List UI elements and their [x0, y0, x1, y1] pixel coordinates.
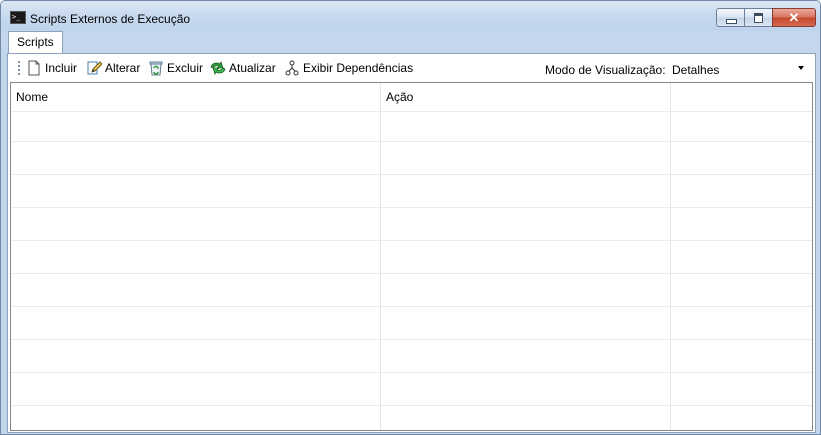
dependency-tree-icon: [285, 60, 299, 76]
incluir-button[interactable]: Incluir: [26, 59, 77, 77]
minimize-icon: [726, 19, 737, 24]
list-header: Nome Ação: [11, 83, 812, 111]
view-mode-select[interactable]: Detalhes: [668, 59, 808, 79]
maximize-button[interactable]: [744, 8, 773, 27]
edit-pencil-icon: [87, 61, 102, 75]
close-icon: ✕: [788, 10, 800, 25]
window-controls: ✕: [716, 8, 816, 27]
column-header-nome[interactable]: Nome: [11, 83, 381, 111]
grid-line: [11, 141, 812, 142]
grid-line: [11, 273, 812, 274]
toolbar-grip[interactable]: [18, 61, 20, 75]
exibir-dependencias-label: Exibir Dependências: [303, 61, 414, 75]
grid-line: [11, 207, 812, 208]
excluir-label: Excluir: [167, 61, 204, 75]
window-title: Scripts Externos de Execução: [30, 12, 191, 26]
scripts-list[interactable]: Nome Ação: [10, 82, 813, 431]
maximize-icon: [754, 13, 763, 23]
alterar-label: Alterar: [105, 61, 141, 75]
grid-line: [11, 405, 812, 406]
recycle-bin-icon: [149, 61, 163, 76]
title-bar[interactable]: >_ Scripts Externos de Execução ✕: [1, 1, 820, 31]
refresh-arrow-icon: [210, 60, 226, 76]
alterar-button[interactable]: Alterar: [86, 59, 140, 77]
grid-line: [11, 174, 812, 175]
grid-line: [11, 111, 812, 112]
grid-line: [11, 339, 812, 340]
atualizar-label: Atualizar: [229, 61, 276, 75]
column-header-acao[interactable]: Ação: [381, 83, 671, 111]
new-document-icon: [28, 60, 40, 76]
excluir-button[interactable]: Excluir: [148, 59, 203, 77]
view-mode-value: Detalhes: [672, 63, 720, 77]
chevron-down-icon: [798, 66, 804, 70]
atualizar-button[interactable]: Atualizar: [210, 59, 276, 77]
exibir-dependencias-button[interactable]: Exibir Dependências: [284, 59, 413, 77]
grid-line: [11, 306, 812, 307]
terminal-icon: >_: [10, 11, 26, 24]
tab-scripts[interactable]: Scripts: [8, 31, 63, 54]
scripts-window: >_ Scripts Externos de Execução ✕ Script…: [0, 0, 821, 435]
grid-line: [11, 372, 812, 373]
column-header-filler: [671, 83, 812, 111]
close-button[interactable]: ✕: [772, 8, 816, 27]
incluir-label: Incluir: [45, 61, 78, 75]
minimize-button[interactable]: [716, 8, 745, 27]
column-divider[interactable]: [380, 83, 381, 430]
grid-line: [11, 240, 812, 241]
toolbar: Incluir Alterar Excluir Atualizar Exibir…: [8, 54, 815, 82]
tab-content: Incluir Alterar Excluir Atualizar Exibir…: [7, 53, 816, 433]
column-divider[interactable]: [670, 83, 671, 430]
view-mode-label: Modo de Visualização:: [545, 63, 666, 77]
